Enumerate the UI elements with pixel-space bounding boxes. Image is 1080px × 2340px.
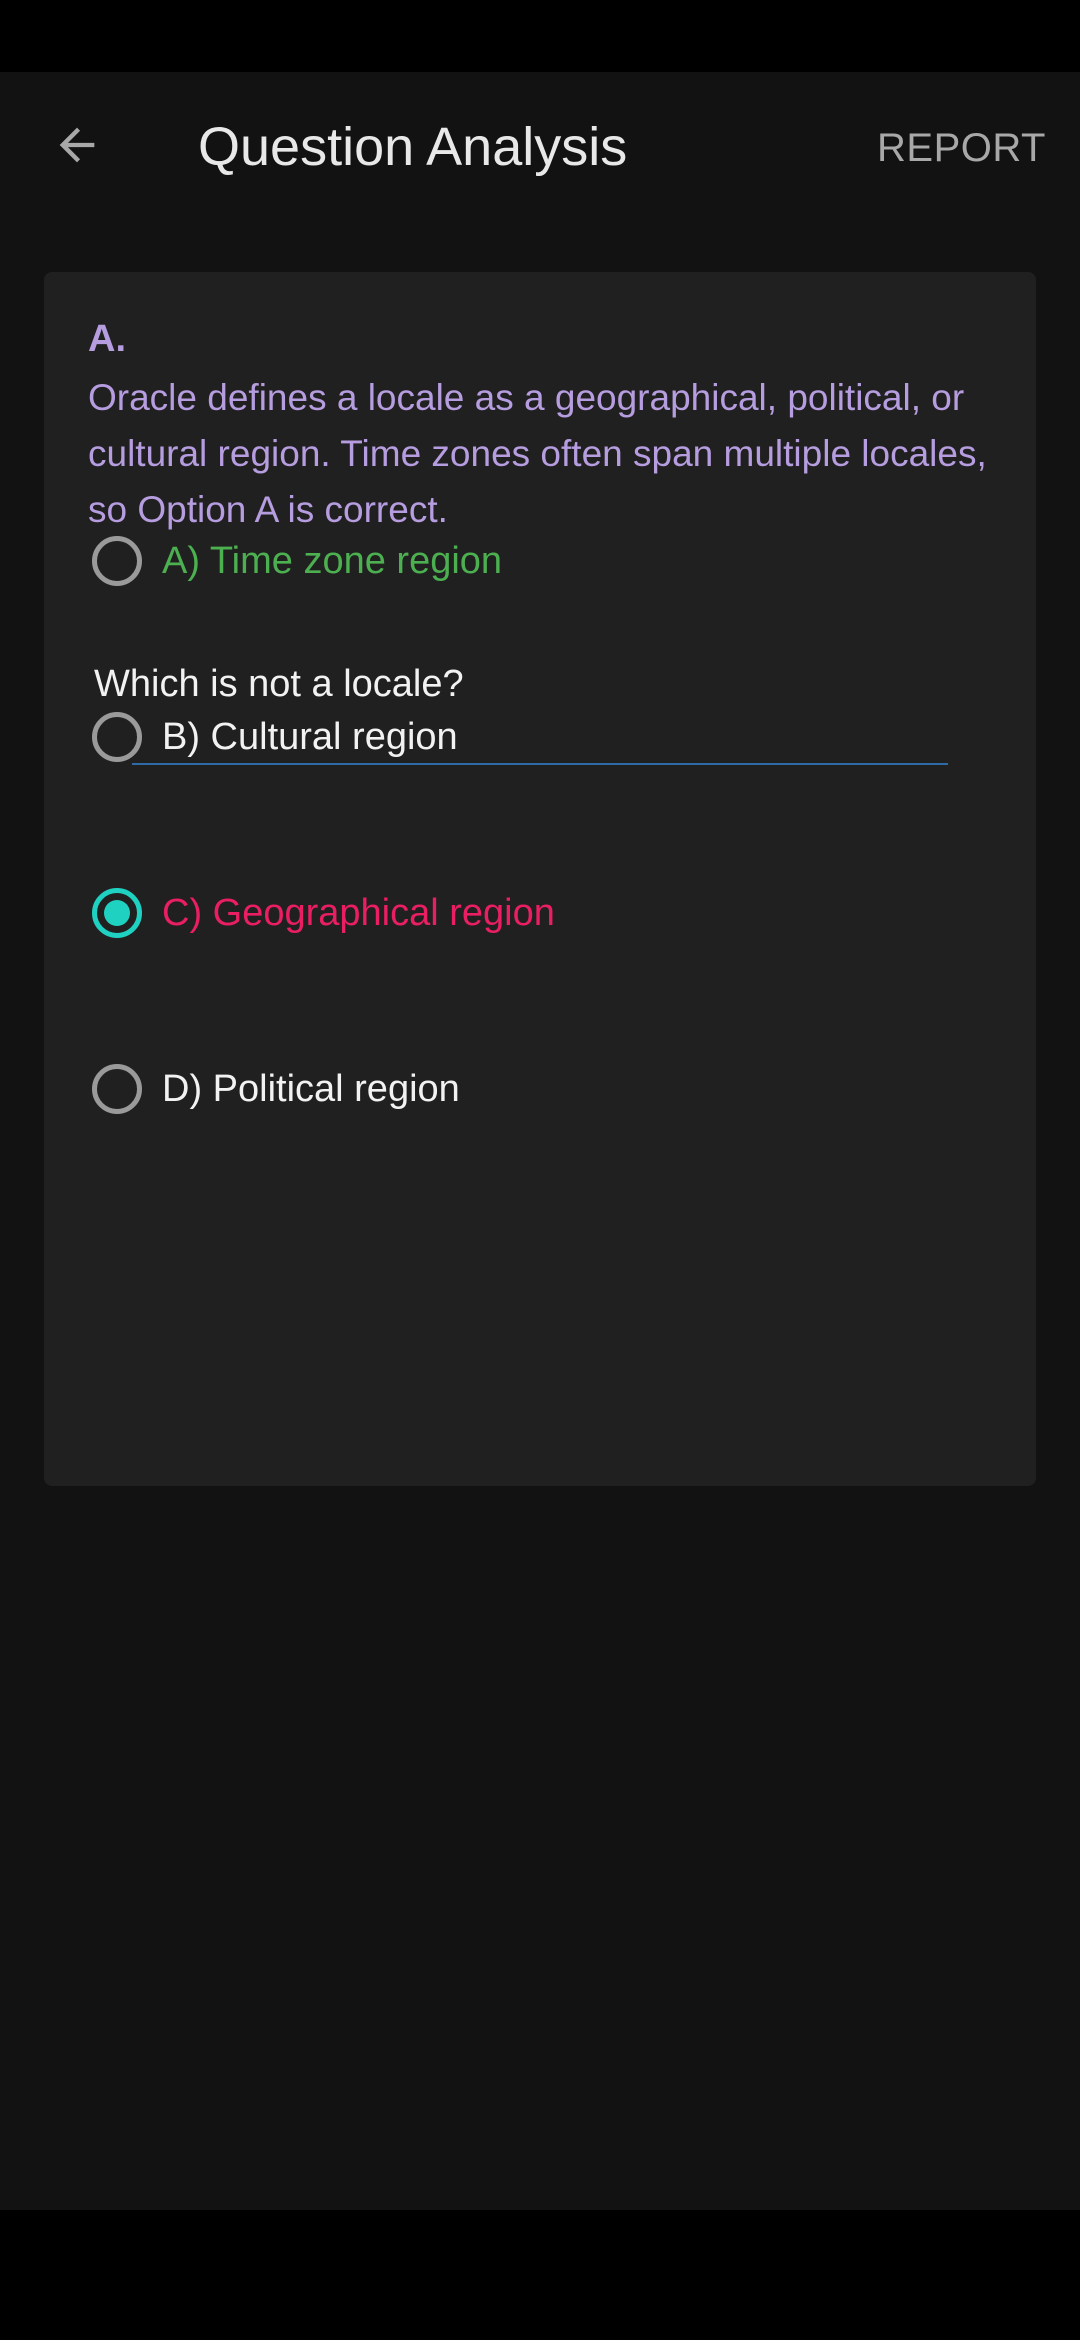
question-text: Which is not a locale? xyxy=(94,663,464,705)
report-button[interactable]: REPORT xyxy=(877,124,1046,172)
back-button[interactable] xyxy=(38,106,116,184)
option-b[interactable]: B) Cultural region xyxy=(92,705,992,769)
explanation-text: Oracle defines a locale as a geographica… xyxy=(88,377,987,530)
question-card: A. Oracle defines a locale as a geograph… xyxy=(44,272,1036,1486)
option-label: B) Cultural region xyxy=(162,716,458,758)
arrow-left-icon xyxy=(59,127,95,163)
option-c[interactable]: C) Geographical region xyxy=(92,881,992,945)
app-bar: Question Analysis REPORT xyxy=(0,72,1080,228)
option-label: C) Geographical region xyxy=(162,892,555,934)
option-d[interactable]: D) Political region xyxy=(92,1057,992,1121)
navigation-bar xyxy=(0,2210,1080,2340)
correct-answer-label: A. xyxy=(88,318,126,360)
option-a[interactable]: A) Time zone region xyxy=(92,529,992,593)
option-label: D) Political region xyxy=(162,1068,460,1110)
page-title: Question Analysis xyxy=(198,117,628,177)
radio-button-checked-icon[interactable] xyxy=(92,888,142,938)
radio-button-icon[interactable] xyxy=(92,1064,142,1114)
status-bar xyxy=(0,0,1080,72)
radio-button-icon[interactable] xyxy=(92,536,142,586)
option-label: A) Time zone region xyxy=(162,540,503,582)
radio-button-icon[interactable] xyxy=(92,712,142,762)
